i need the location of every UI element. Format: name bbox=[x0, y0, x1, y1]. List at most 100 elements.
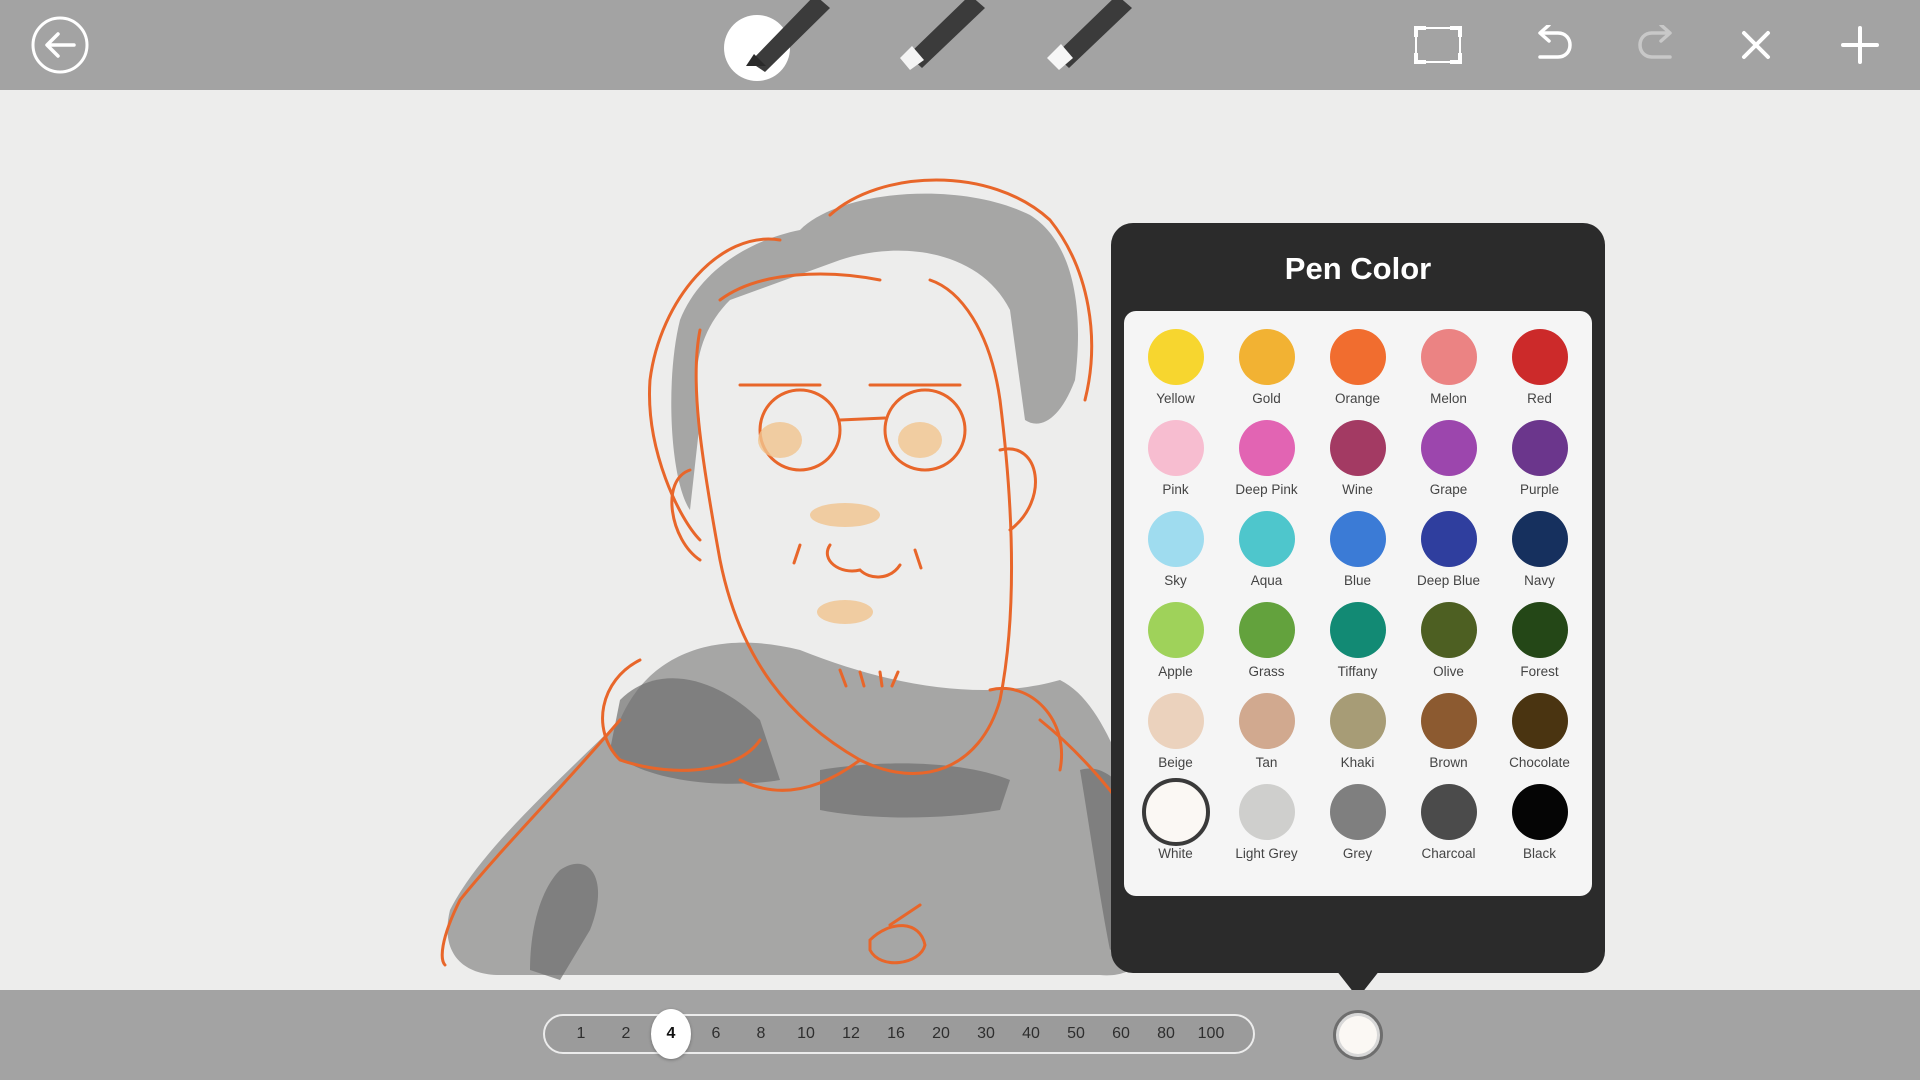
brush-pen-icon[interactable] bbox=[720, 0, 830, 90]
color-swatch-red[interactable]: Red bbox=[1494, 329, 1585, 420]
sketch-drawing bbox=[440, 178, 1222, 980]
color-swatch-label: Tiffany bbox=[1337, 664, 1378, 679]
pen-color-popup: Pen Color Yellow Gold Orange Melon Red Pink De… bbox=[1111, 223, 1605, 973]
color-swatch-sky[interactable]: Sky bbox=[1130, 511, 1221, 602]
color-swatch-circle[interactable] bbox=[1420, 602, 1477, 658]
color-swatch-circle[interactable] bbox=[1420, 511, 1477, 567]
color-swatch-grey[interactable]: Grey bbox=[1312, 784, 1403, 875]
color-swatch-circle[interactable] bbox=[1329, 784, 1386, 840]
color-swatch-charcoal[interactable]: Charcoal bbox=[1403, 784, 1494, 875]
color-swatch-label: Sky bbox=[1164, 573, 1187, 588]
color-swatch-pink[interactable]: Pink bbox=[1130, 420, 1221, 511]
eraser-pen-icon[interactable] bbox=[1025, 0, 1135, 90]
color-swatch-circle[interactable] bbox=[1511, 602, 1568, 658]
color-swatch-light-grey[interactable]: Light Grey bbox=[1221, 784, 1312, 875]
color-swatch-circle[interactable] bbox=[1511, 784, 1568, 840]
marker-pen-icon[interactable] bbox=[880, 0, 990, 90]
color-swatch-circle[interactable] bbox=[1147, 602, 1204, 658]
color-swatch-gold[interactable]: Gold bbox=[1221, 329, 1312, 420]
color-swatch-circle[interactable] bbox=[1329, 602, 1386, 658]
color-swatch-label: Chocolate bbox=[1509, 755, 1570, 770]
color-swatch-navy[interactable]: Navy bbox=[1494, 511, 1585, 602]
pen-size-1[interactable]: 1 bbox=[561, 1014, 601, 1054]
color-swatch-black[interactable]: Black bbox=[1494, 784, 1585, 875]
pen-size-100[interactable]: 100 bbox=[1191, 1014, 1231, 1054]
color-swatch-label: Brown bbox=[1429, 755, 1468, 770]
pen-size-8[interactable]: 8 bbox=[741, 1014, 781, 1054]
color-swatch-wine[interactable]: Wine bbox=[1312, 420, 1403, 511]
color-swatch-label: Tan bbox=[1255, 755, 1278, 770]
color-swatch-deep-blue[interactable]: Deep Blue bbox=[1403, 511, 1494, 602]
pen-size-12[interactable]: 12 bbox=[831, 1014, 871, 1054]
color-swatch-grape[interactable]: Grape bbox=[1403, 420, 1494, 511]
color-swatch-circle[interactable] bbox=[1511, 329, 1568, 385]
color-swatch-tan[interactable]: Tan bbox=[1221, 693, 1312, 784]
color-swatch-circle[interactable] bbox=[1329, 420, 1386, 476]
color-swatch-brown[interactable]: Brown bbox=[1403, 693, 1494, 784]
color-swatch-deep-pink[interactable]: Deep Pink bbox=[1221, 420, 1312, 511]
color-swatch-olive[interactable]: Olive bbox=[1403, 602, 1494, 693]
color-swatch-circle[interactable] bbox=[1238, 602, 1295, 658]
color-swatch-label: Light Grey bbox=[1235, 846, 1298, 861]
color-swatch-orange[interactable]: Orange bbox=[1312, 329, 1403, 420]
drawing-canvas[interactable] bbox=[0, 90, 1920, 990]
color-swatch-label: Pink bbox=[1162, 482, 1189, 497]
color-swatch-circle[interactable] bbox=[1141, 778, 1210, 846]
add-icon[interactable] bbox=[1830, 15, 1890, 75]
color-swatch-circle[interactable] bbox=[1238, 420, 1295, 476]
color-swatch-circle[interactable] bbox=[1511, 693, 1568, 749]
close-icon[interactable] bbox=[1726, 15, 1786, 75]
pen-size-4[interactable]: 4 bbox=[651, 1009, 691, 1059]
color-swatch-chocolate[interactable]: Chocolate bbox=[1494, 693, 1585, 784]
color-swatch-circle[interactable] bbox=[1420, 420, 1477, 476]
pen-size-60[interactable]: 60 bbox=[1101, 1014, 1141, 1054]
color-swatch-circle[interactable] bbox=[1238, 784, 1295, 840]
color-swatch-yellow[interactable]: Yellow bbox=[1130, 329, 1221, 420]
redo-icon[interactable] bbox=[1628, 15, 1688, 75]
color-swatch-aqua[interactable]: Aqua bbox=[1221, 511, 1312, 602]
undo-icon[interactable] bbox=[1522, 15, 1582, 75]
color-swatch-circle[interactable] bbox=[1329, 329, 1386, 385]
color-swatch-circle[interactable] bbox=[1147, 329, 1204, 385]
color-swatch-khaki[interactable]: Khaki bbox=[1312, 693, 1403, 784]
pen-size-30[interactable]: 30 bbox=[966, 1014, 1006, 1054]
color-swatch-melon[interactable]: Melon bbox=[1403, 329, 1494, 420]
pen-size-2[interactable]: 2 bbox=[606, 1014, 646, 1054]
color-swatch-blue[interactable]: Blue bbox=[1312, 511, 1403, 602]
fullscreen-icon[interactable] bbox=[1408, 15, 1468, 75]
color-swatch-tiffany[interactable]: Tiffany bbox=[1312, 602, 1403, 693]
color-swatch-forest[interactable]: Forest bbox=[1494, 602, 1585, 693]
color-swatch-label: Deep Pink bbox=[1235, 482, 1298, 497]
pen-size-20[interactable]: 20 bbox=[921, 1014, 961, 1054]
color-swatch-circle[interactable] bbox=[1511, 420, 1568, 476]
color-swatch-label: Grey bbox=[1342, 846, 1373, 861]
pen-size-16[interactable]: 16 bbox=[876, 1014, 916, 1054]
back-arrow-icon[interactable] bbox=[30, 15, 90, 75]
color-swatch-label: Khaki bbox=[1340, 755, 1375, 770]
color-swatch-apple[interactable]: Apple bbox=[1130, 602, 1221, 693]
color-swatch-circle[interactable] bbox=[1147, 420, 1204, 476]
color-swatch-circle[interactable] bbox=[1420, 693, 1477, 749]
color-swatch-circle[interactable] bbox=[1329, 693, 1386, 749]
current-color-button[interactable] bbox=[1333, 1010, 1383, 1060]
pen-size-10[interactable]: 10 bbox=[786, 1014, 826, 1054]
pen-size-80[interactable]: 80 bbox=[1146, 1014, 1186, 1054]
color-swatch-circle[interactable] bbox=[1511, 511, 1568, 567]
pen-size-50[interactable]: 50 bbox=[1056, 1014, 1096, 1054]
color-swatch-label: Olive bbox=[1433, 664, 1464, 679]
color-swatch-circle[interactable] bbox=[1238, 693, 1295, 749]
color-swatch-purple[interactable]: Purple bbox=[1494, 420, 1585, 511]
color-swatch-beige[interactable]: Beige bbox=[1130, 693, 1221, 784]
color-swatch-circle[interactable] bbox=[1329, 511, 1386, 567]
color-swatch-circle[interactable] bbox=[1238, 329, 1295, 385]
color-swatch-circle[interactable] bbox=[1147, 693, 1204, 749]
pen-size-40[interactable]: 40 bbox=[1011, 1014, 1051, 1054]
color-swatch-circle[interactable] bbox=[1420, 784, 1477, 840]
color-swatch-circle[interactable] bbox=[1147, 511, 1204, 567]
color-swatch-circle[interactable] bbox=[1420, 329, 1477, 385]
pen-size-selected-bubble[interactable]: 4 bbox=[651, 1009, 691, 1059]
color-swatch-grass[interactable]: Grass bbox=[1221, 602, 1312, 693]
color-swatch-circle[interactable] bbox=[1238, 511, 1295, 567]
color-swatch-white[interactable]: White bbox=[1130, 778, 1221, 875]
pen-size-6[interactable]: 6 bbox=[696, 1014, 736, 1054]
